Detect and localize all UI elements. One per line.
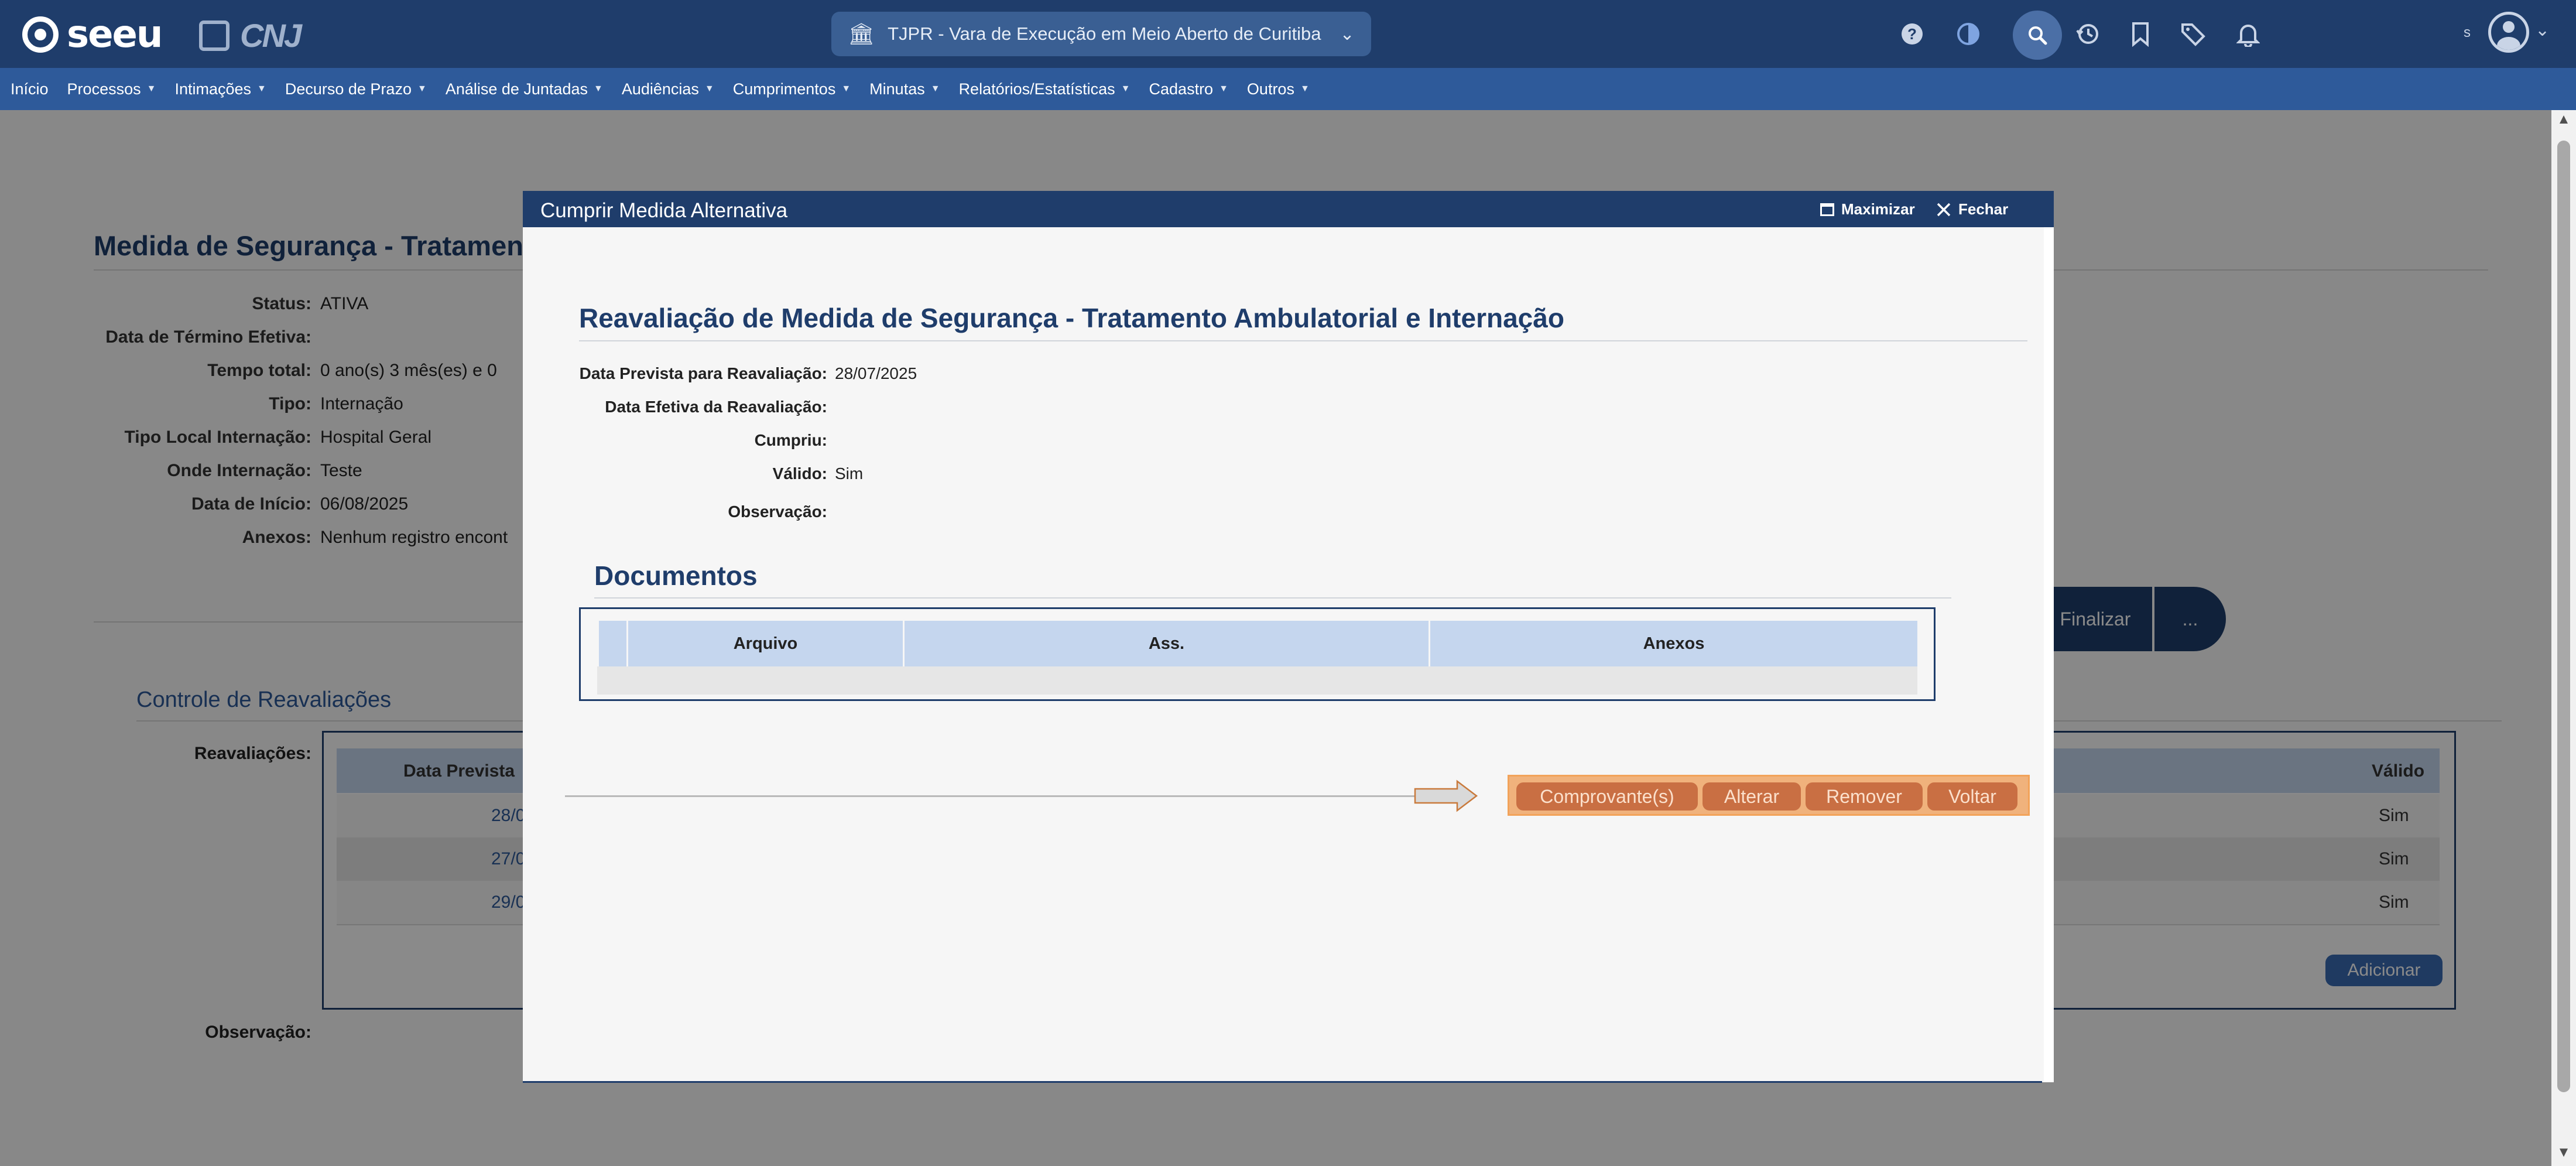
- menu-item-label: Cumprimentos: [732, 80, 836, 98]
- top-bar: seeu CNJ 🏛 TJPR - Vara de Execução em Me…: [0, 0, 2576, 68]
- menu-item[interactable]: Relatórios/Estatísticas ▼: [959, 80, 1131, 98]
- field-label: Data Prevista para Reavaliação:: [579, 364, 827, 382]
- dialog-scrollbar[interactable]: [2044, 227, 2054, 1082]
- maximize-icon: [1820, 203, 1834, 216]
- menu-item[interactable]: Cumprimentos ▼: [733, 80, 851, 98]
- field-label: Data Efetiva da Reavaliação:: [605, 398, 827, 416]
- select-column-header: [597, 621, 626, 666]
- chevron-down-icon: ⌄: [1340, 24, 1355, 44]
- caret-down-icon: ▼: [1219, 84, 1228, 94]
- menu-item-label: Intimações: [174, 80, 252, 98]
- menu-item-label: Minutas: [869, 80, 925, 98]
- tag-icon[interactable]: [2176, 16, 2211, 52]
- caret-down-icon: ▼: [593, 84, 603, 94]
- actions-divider: [565, 795, 1471, 797]
- caret-down-icon: ▼: [704, 84, 714, 94]
- close-button[interactable]: Fechar: [1936, 200, 2008, 218]
- cnj-logo-text: CNJ: [240, 17, 302, 54]
- reavaliacao-heading: Reavaliação de Medida de Segurança - Tra…: [579, 303, 1564, 333]
- menu-item-label: Início: [11, 80, 49, 98]
- field-value: Sim: [835, 464, 864, 483]
- column-header-ass: Ass.: [903, 621, 1429, 666]
- caret-down-icon: ▼: [930, 84, 940, 94]
- caret-down-icon: ▼: [1300, 84, 1310, 94]
- user-initial: s: [2464, 25, 2471, 40]
- menu-item[interactable]: Processos ▼: [67, 80, 156, 98]
- history-icon[interactable]: [2070, 16, 2105, 52]
- menu-item[interactable]: Início: [11, 80, 49, 98]
- chevron-down-icon[interactable]: ⌄: [2535, 20, 2550, 40]
- menu-item-label: Decurso de Prazo: [285, 80, 412, 98]
- close-icon: [1937, 203, 1951, 216]
- close-label: Fechar: [1958, 200, 2009, 218]
- dialog-header: Cumprir Medida Alternativa Maximizar Fec…: [523, 191, 2054, 227]
- divider: [579, 340, 2027, 341]
- menu-item-label: Análise de Juntadas: [445, 80, 588, 98]
- bookmark-icon[interactable]: [2123, 16, 2158, 52]
- cnj-logo[interactable]: CNJ: [199, 16, 302, 54]
- courthouse-icon: 🏛: [848, 22, 875, 46]
- dialog-title: Cumprir Medida Alternativa: [540, 199, 788, 222]
- menu-item-label: Audiências: [621, 80, 699, 98]
- scroll-up-icon[interactable]: ▲: [2556, 111, 2571, 128]
- menu-item[interactable]: Minutas ▼: [869, 80, 940, 98]
- bell-icon[interactable]: [2231, 16, 2266, 52]
- dialog-actions: Comprovante(s) Alterar Remover Voltar: [1508, 775, 2030, 816]
- menu-item[interactable]: Decurso de Prazo ▼: [285, 80, 427, 98]
- menu-item[interactable]: Intimações ▼: [174, 80, 266, 98]
- caret-down-icon: ▼: [257, 84, 266, 94]
- menu-item-label: Outros: [1246, 80, 1294, 98]
- menu-item[interactable]: Audiências ▼: [622, 80, 714, 98]
- divider: [594, 597, 1951, 599]
- field-label: Válido:: [772, 464, 827, 483]
- menu-item-label: Relatórios/Estatísticas: [958, 80, 1115, 98]
- court-selector[interactable]: 🏛 TJPR - Vara de Execução em Meio Aberto…: [831, 12, 1371, 56]
- caret-down-icon: ▼: [841, 84, 851, 94]
- menu-item-label: Cadastro: [1149, 80, 1214, 98]
- user-avatar-icon[interactable]: [2488, 12, 2529, 53]
- scroll-down-icon[interactable]: ▼: [2556, 1144, 2571, 1161]
- column-header-anexos: Anexos: [1429, 621, 1917, 666]
- contrast-icon[interactable]: [1951, 16, 1986, 52]
- field-label: Cumpriu:: [754, 431, 827, 449]
- maximize-label: Maximizar: [1841, 200, 1915, 218]
- search-icon: [2029, 26, 2047, 45]
- arrow-right-icon: [1414, 779, 1478, 812]
- column-header-arquivo: Arquivo: [626, 621, 903, 666]
- documents-table-header: Arquivo Ass. Anexos: [597, 621, 1917, 666]
- field-label: Observação:: [728, 502, 827, 521]
- seeu-logo-text: seeu: [67, 13, 163, 56]
- field-value: 28/07/2025: [835, 364, 917, 382]
- page-scrollbar-thumb[interactable]: [2557, 141, 2570, 1092]
- maximize-button[interactable]: Maximizar: [1820, 200, 1915, 218]
- caret-down-icon: ▼: [417, 84, 427, 94]
- menu-item-label: Processos: [67, 80, 141, 98]
- documents-title: Documentos: [594, 560, 758, 591]
- dialog-bottom-border: [523, 1081, 2042, 1083]
- cumprir-medida-dialog: Cumprir Medida Alternativa Maximizar Fec…: [523, 191, 2054, 1083]
- help-icon[interactable]: ?: [1895, 16, 1930, 52]
- court-selector-label: TJPR - Vara de Execução em Meio Aberto d…: [888, 23, 1321, 44]
- main-menu: Início Processos ▼ Intimações ▼ Decurso de Pr…: [0, 68, 2576, 110]
- menu-item[interactable]: Análise de Juntadas ▼: [446, 80, 603, 98]
- comprovantes-button[interactable]: Comprovante(s): [1516, 782, 1698, 811]
- menu-item[interactable]: Outros ▼: [1247, 80, 1310, 98]
- caret-down-icon: ▼: [1121, 84, 1131, 94]
- caret-down-icon: ▼: [146, 84, 156, 94]
- seeu-logo[interactable]: seeu: [22, 13, 163, 56]
- voltar-button[interactable]: Voltar: [1927, 782, 2017, 811]
- svg-text:?: ?: [1907, 25, 1917, 43]
- documents-table: Arquivo Ass. Anexos: [579, 607, 1936, 701]
- menu-item[interactable]: Cadastro ▼: [1149, 80, 1228, 98]
- alterar-button[interactable]: Alterar: [1703, 782, 1801, 811]
- search-button[interactable]: [2013, 11, 2062, 60]
- remover-button[interactable]: Remover: [1806, 782, 1923, 811]
- cnj-logo-icon: [199, 20, 229, 51]
- documents-table-empty-row: [597, 666, 1917, 695]
- seeu-logo-icon: [22, 16, 59, 53]
